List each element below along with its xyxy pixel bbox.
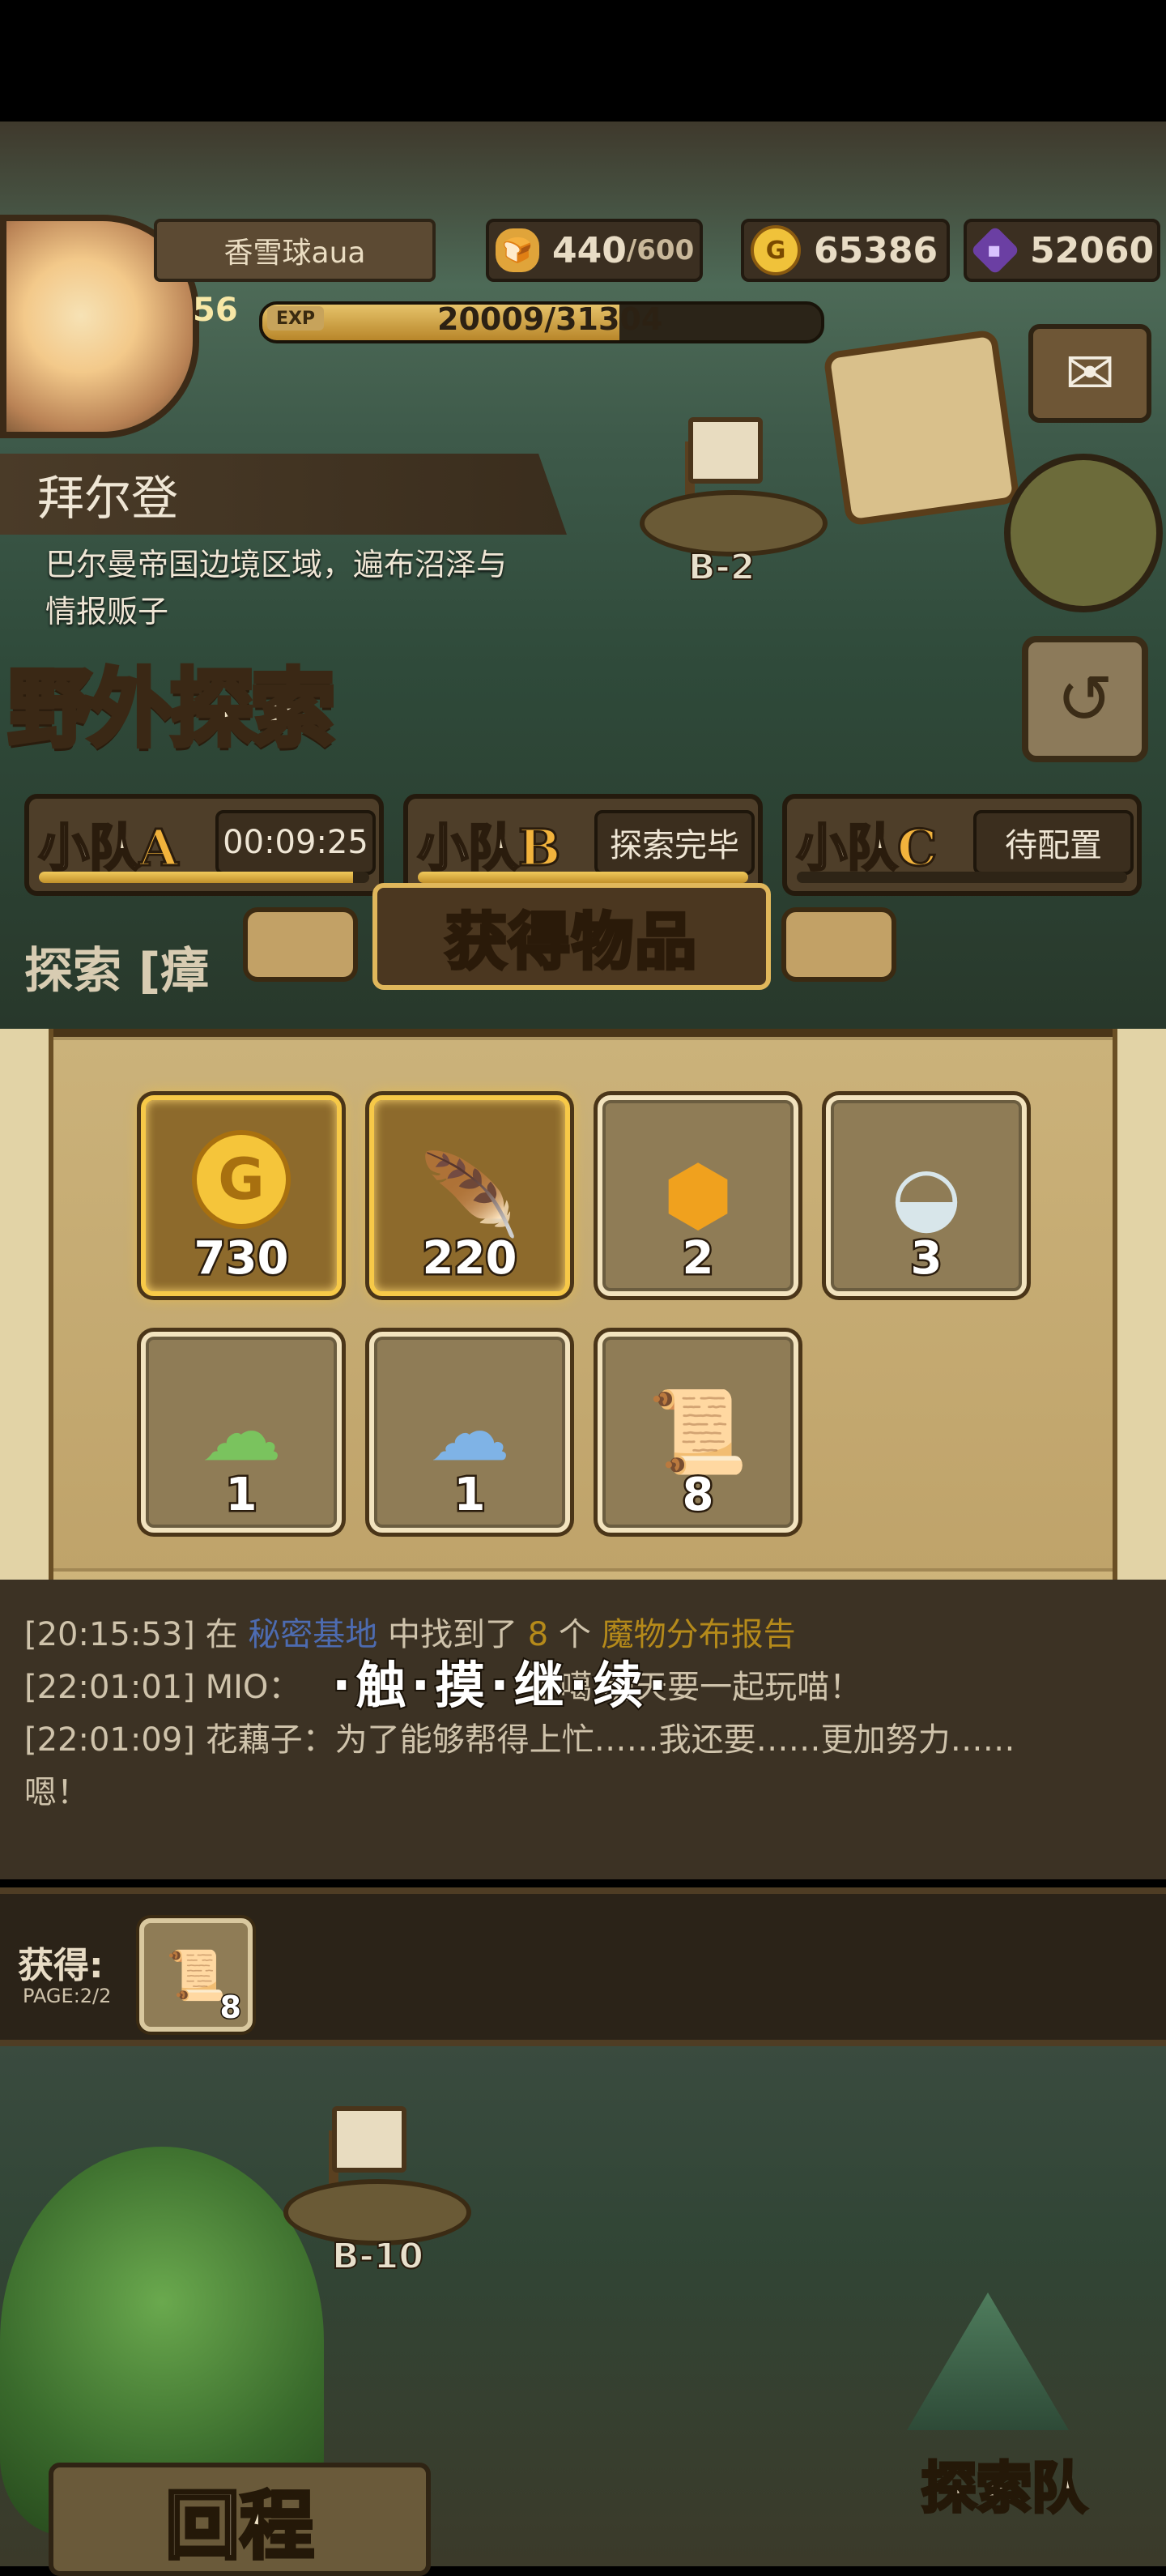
stamina-value: 440: [552, 229, 627, 271]
reward-item[interactable]: ⬢ 2: [598, 1095, 798, 1296]
gold-value: 65386: [814, 229, 938, 271]
stamina-max: /600: [626, 234, 695, 267]
panel-scroll-edge-right: [1113, 1029, 1166, 1580]
honeycomb-icon: ⬢: [662, 1148, 734, 1243]
obtained-scroll-item[interactable]: 📜 8: [139, 1918, 253, 2032]
team-b[interactable]: 小队B 探索完毕: [403, 794, 763, 896]
return-button[interactable]: 回程: [49, 2463, 431, 2576]
gold-display[interactable]: G 65386: [741, 219, 950, 282]
reward-item-count: 2: [680, 1230, 716, 1287]
blue-slime-icon: ☁: [429, 1384, 510, 1479]
location-description: 巴尔曼帝国边境区域，遍布沼泽与 情报贩子: [45, 541, 604, 635]
modal-tab-left: [243, 907, 358, 982]
reward-item[interactable]: 📜 8: [598, 1332, 798, 1533]
bread-icon: 🍞: [496, 228, 539, 272]
reward-item-count: 730: [192, 1230, 291, 1287]
exp-text: 20009/31304: [437, 301, 663, 337]
modal-tab-right: [781, 907, 896, 982]
team-a-name: 小队A: [37, 817, 179, 879]
team-c-name: 小队C: [795, 817, 938, 879]
mail-icon[interactable]: ✉: [1028, 324, 1151, 423]
team-a-progress: [39, 872, 369, 883]
monster-report-scroll-icon: 📜: [165, 1947, 227, 2004]
team-c-progress: [797, 872, 1127, 883]
monster-report-scroll-icon: 📜: [647, 1384, 749, 1479]
obtain-page: PAGE:2/2: [23, 1985, 112, 2007]
explore-team-button[interactable]: 探索队: [883, 2438, 1126, 2527]
paw-flag-icon: [688, 417, 763, 484]
map-node-label: B-2: [687, 546, 755, 589]
team-b-progress: [418, 872, 748, 883]
water-bowl-icon: ◒: [891, 1148, 962, 1243]
mode-title: 野外探索: [6, 656, 338, 761]
team-a[interactable]: 小队A 00:09:25: [24, 794, 384, 896]
paw-flag-icon: [332, 2106, 406, 2173]
reward-item[interactable]: 🪶 220: [369, 1095, 570, 1296]
touch-to-continue-hint[interactable]: ·触·摸·继·续·: [330, 1644, 672, 1717]
gem-display[interactable]: ◆ 52060: [964, 219, 1160, 282]
reward-item[interactable]: ◒ 3: [826, 1095, 1027, 1296]
gold-coin-icon: G: [192, 1130, 291, 1229]
log-line-4: 嗯！: [24, 1774, 89, 1811]
map-node-b2[interactable]: B-2: [640, 417, 828, 589]
team-c[interactable]: 小队C 待配置: [782, 794, 1142, 896]
team-b-status: 探索完毕: [594, 810, 755, 875]
team-b-name: 小队B: [416, 817, 561, 879]
backpack-icon[interactable]: [1004, 454, 1163, 612]
explore-status-text: 探索 [瘴: [24, 943, 210, 1000]
log-line-3: [22:01:09] 花藕子：为了能够帮得上忙……我还要……更加努力……: [24, 1721, 1015, 1759]
location-description-line2: 情报贩子: [45, 594, 169, 629]
stamina-display[interactable]: 🍞 440/600: [486, 219, 703, 282]
map-node-b10[interactable]: B-10: [283, 2106, 471, 2278]
player-level: 56: [193, 292, 238, 329]
obtain-label: 获得:: [18, 1945, 104, 1986]
green-feather-icon: 🪶: [419, 1148, 521, 1243]
location-description-line1: 巴尔曼帝国边境区域，遍布沼泽与: [45, 547, 508, 582]
reward-item[interactable]: ☁ 1: [141, 1332, 342, 1533]
reward-item-count: 1: [452, 1467, 487, 1524]
gem-value: 52060: [1030, 229, 1155, 271]
map-node-label: B-10: [331, 2235, 424, 2278]
reward-item-count: 220: [420, 1230, 519, 1287]
obtained-item-count: 8: [219, 1989, 243, 2027]
reward-item[interactable]: G 730: [141, 1095, 342, 1296]
gem-icon: ◆: [970, 225, 1020, 275]
reward-item-count: 3: [909, 1230, 944, 1287]
exp-label: EXP: [267, 306, 324, 331]
quest-scroll-icon[interactable]: [823, 329, 1020, 527]
reward-item-count: 1: [223, 1467, 259, 1524]
reward-item-count: 8: [680, 1467, 716, 1524]
modal-title: 获得物品: [372, 883, 771, 990]
panel-scroll-edge-left: [0, 1029, 53, 1580]
location-name: 拜尔登: [0, 454, 567, 535]
player-name: 香雪球aua: [154, 219, 436, 282]
status-bar: [0, 0, 1166, 122]
team-c-status: 待配置: [973, 810, 1134, 875]
reward-item[interactable]: ☁ 1: [369, 1332, 570, 1533]
green-slime-icon: ☁: [201, 1384, 282, 1479]
back-arrow-icon[interactable]: ↺: [1022, 636, 1148, 762]
team-a-status: 00:09:25: [215, 810, 376, 875]
gold-coin-icon: G: [751, 225, 801, 275]
